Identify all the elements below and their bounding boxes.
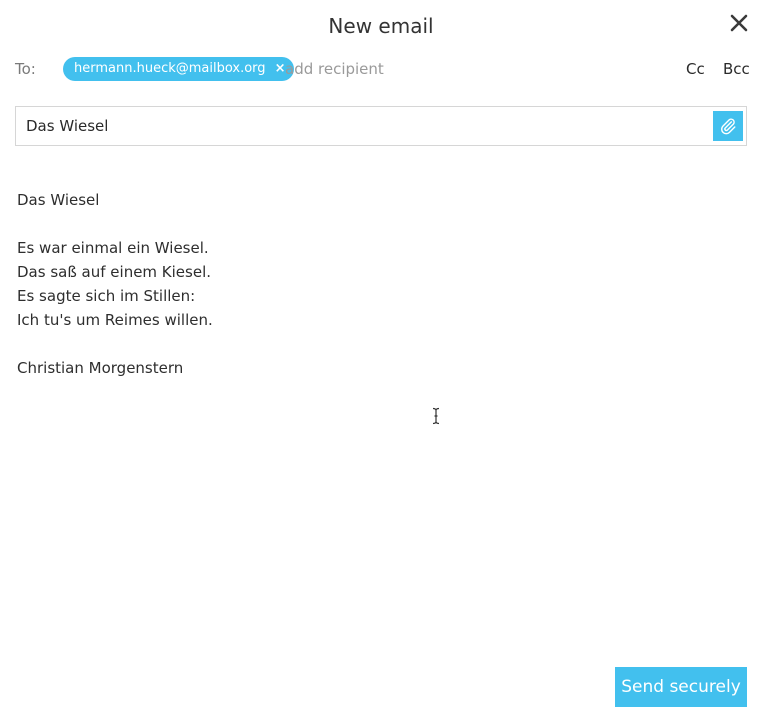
message-body-editor[interactable]: Das Wiesel Es war einmal ein Wiesel. Das… bbox=[17, 188, 747, 648]
close-button[interactable] bbox=[726, 10, 752, 36]
body-line: Ich tu's um Reimes willen. bbox=[17, 311, 213, 329]
recipient-chip-email: hermann.hueck@mailbox.org bbox=[74, 61, 266, 76]
paperclip-icon bbox=[721, 118, 736, 135]
body-line: Es sagte sich im Stillen: bbox=[17, 287, 196, 305]
body-line bbox=[17, 332, 747, 356]
email-composer: New email To: hermann.hueck@mailbox.org … bbox=[0, 0, 762, 722]
cc-button[interactable]: Cc bbox=[686, 60, 705, 78]
remove-recipient-icon[interactable]: × bbox=[275, 57, 286, 81]
attach-button[interactable] bbox=[713, 111, 743, 141]
to-label: To: bbox=[15, 60, 36, 78]
body-line: Christian Morgenstern bbox=[17, 359, 184, 377]
text-cursor-icon bbox=[432, 407, 440, 425]
recipient-chip[interactable]: hermann.hueck@mailbox.org × bbox=[63, 57, 294, 81]
subject-input[interactable] bbox=[26, 115, 706, 137]
composer-title: New email bbox=[328, 14, 434, 38]
body-line: Das saß auf einem Kiesel. bbox=[17, 263, 212, 281]
close-icon bbox=[730, 14, 748, 32]
body-line: Das Wiesel bbox=[17, 191, 100, 209]
body-line: Es war einmal ein Wiesel. bbox=[17, 239, 209, 257]
subject-field bbox=[15, 106, 747, 146]
send-securely-button[interactable]: Send securely bbox=[615, 667, 747, 707]
to-row: To: hermann.hueck@mailbox.org × Cc Bcc bbox=[0, 56, 762, 82]
bcc-button[interactable]: Bcc bbox=[723, 60, 750, 78]
add-recipient-input[interactable] bbox=[285, 58, 655, 80]
body-line bbox=[17, 212, 747, 236]
